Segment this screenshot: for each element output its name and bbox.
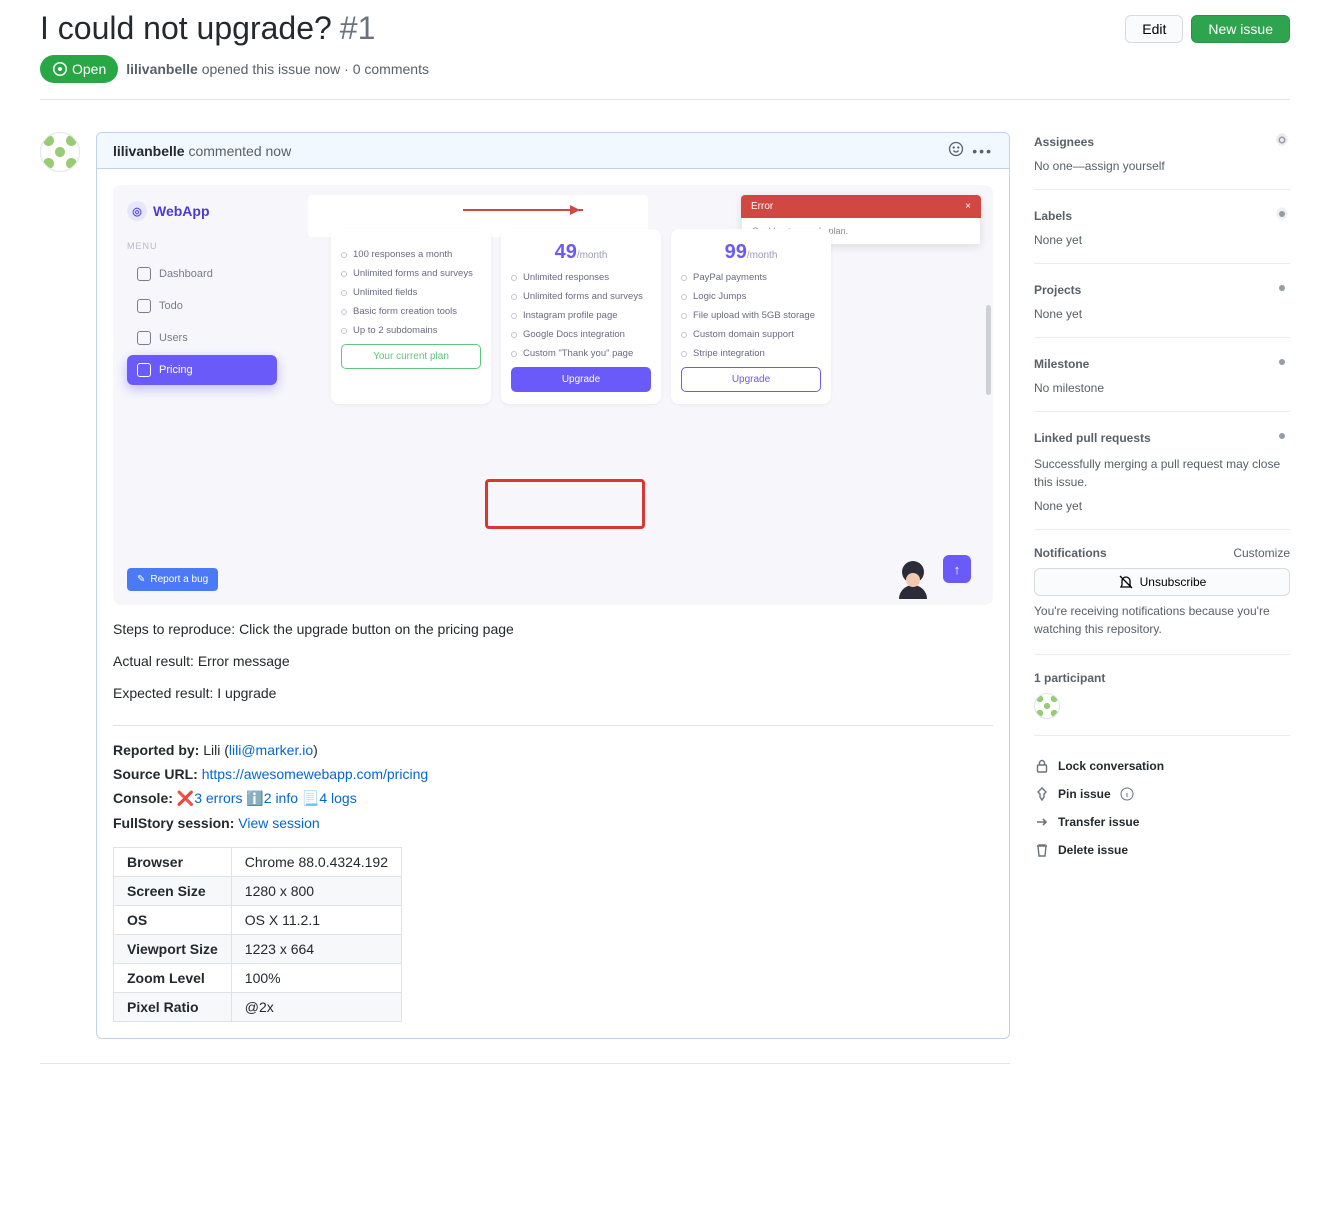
issue-open-icon: [52, 61, 68, 77]
upgrade-button-pro: Upgrade: [511, 367, 651, 392]
milestone-text: No milestone: [1034, 381, 1290, 395]
plan-card-premium: 99/month PayPal payments Logic Jumps Fil…: [671, 229, 831, 404]
menu-section-label: MENU: [127, 241, 277, 251]
lock-icon: [1034, 758, 1050, 774]
body-divider: [113, 725, 993, 726]
sidebar-item-dashboard: Dashboard: [127, 259, 277, 289]
embedded-screenshot: ◎ WebApp MENU Dashboard Todo Users Prici…: [113, 185, 993, 605]
table-row: Zoom Level100%: [114, 964, 402, 993]
annotation-arrow: [463, 209, 583, 211]
console-line: Console: ❌3 errors ℹ️2 info 📃4 logs: [113, 790, 993, 807]
labels-text: None yet: [1034, 233, 1290, 247]
scrollbar: [986, 305, 991, 395]
illustration-person: [893, 563, 933, 599]
gear-icon[interactable]: [1274, 280, 1290, 299]
trash-icon: [1034, 842, 1050, 858]
annotation-highlight: [485, 479, 645, 529]
sidebar-item-pricing: Pricing: [127, 355, 277, 385]
comment-box: lilivanbelle commented now ••• ◎: [96, 132, 1010, 1039]
console-link[interactable]: ❌3 errors ℹ️2 info 📃4 logs: [177, 790, 357, 806]
table-row: BrowserChrome 88.0.4324.192: [114, 848, 402, 877]
header-divider: [40, 99, 1290, 100]
assignees-title[interactable]: Assignees: [1034, 135, 1094, 149]
lock-conversation[interactable]: Lock conversation: [1034, 752, 1290, 780]
comment-author[interactable]: lilivanbelle: [113, 143, 185, 159]
sidebar: Assignees No one—assign yourself Labels …: [1034, 132, 1290, 1064]
gear-icon[interactable]: [1274, 354, 1290, 373]
table-row: Screen Size1280 x 800: [114, 877, 402, 906]
app-name: WebApp: [153, 203, 210, 219]
table-row: Viewport Size1223 x 664: [114, 935, 402, 964]
pin-icon: [1034, 786, 1050, 802]
notifications-title: Notifications: [1034, 546, 1107, 560]
linked-pr-title[interactable]: Linked pull requests: [1034, 431, 1151, 445]
current-plan-button: Your current plan: [341, 344, 481, 369]
plan-card-pro: 49/month Unlimited responses Unlimited f…: [501, 229, 661, 404]
new-issue-button[interactable]: New issue: [1191, 15, 1290, 43]
reporter-email-link[interactable]: lili@marker.io: [229, 742, 313, 758]
arrow-right-icon: [1034, 814, 1050, 830]
pin-issue[interactable]: Pin issue: [1034, 780, 1290, 808]
projects-text: None yet: [1034, 307, 1290, 321]
participant-avatar[interactable]: [1034, 693, 1060, 719]
timeline-divider: [40, 1063, 1010, 1064]
upgrade-button-premium: Upgrade: [681, 367, 821, 392]
transfer-issue[interactable]: Transfer issue: [1034, 808, 1290, 836]
issue-meta-text: lilivanbelle opened this issue now · 0 c…: [126, 61, 429, 77]
actual-text: Actual result: Error message: [113, 653, 993, 669]
gear-icon[interactable]: [1274, 428, 1290, 447]
unsubscribe-button[interactable]: Unsubscribe: [1034, 568, 1290, 596]
close-icon: ×: [965, 201, 971, 212]
bell-slash-icon: [1118, 574, 1134, 590]
sidebar-item-todo: Todo: [127, 291, 277, 321]
milestone-title[interactable]: Milestone: [1034, 357, 1089, 371]
steps-text: Steps to reproduce: Click the upgrade bu…: [113, 621, 993, 637]
source-url-line: Source URL: https://awesomewebapp.com/pr…: [113, 766, 993, 782]
source-url-link[interactable]: https://awesomewebapp.com/pricing: [202, 766, 428, 782]
expected-text: Expected result: I upgrade: [113, 685, 993, 701]
delete-issue[interactable]: Delete issue: [1034, 836, 1290, 864]
emoji-icon[interactable]: [948, 141, 964, 160]
plan-card-basic: 100 responses a month Unlimited forms an…: [331, 229, 491, 404]
notifications-note: You're receiving notifications because y…: [1034, 602, 1290, 638]
gear-icon[interactable]: [1274, 132, 1290, 151]
comment-time: commented now: [188, 143, 291, 159]
table-row: Pixel Ratio@2x: [114, 993, 402, 1022]
issue-header: I could not upgrade? #1 Edit New issue O…: [40, 10, 1290, 108]
labels-title[interactable]: Labels: [1034, 209, 1072, 223]
assignees-text: No one—assign yourself: [1034, 159, 1290, 173]
assign-yourself-link[interactable]: assign yourself: [1085, 159, 1165, 173]
participants-title: 1 participant: [1034, 671, 1105, 685]
issue-title: I could not upgrade?: [40, 10, 332, 47]
opened-text: opened this issue now · 0 comments: [202, 61, 429, 77]
linked-pr-note: Successfully merging a pull request may …: [1034, 455, 1290, 491]
projects-title[interactable]: Projects: [1034, 283, 1081, 297]
author-link[interactable]: lilivanbelle: [126, 61, 198, 77]
report-bug-widget: ✎Report a bug: [127, 568, 218, 591]
env-table: BrowserChrome 88.0.4324.192 Screen Size1…: [113, 847, 402, 1022]
app-logo: ◎ WebApp: [127, 201, 277, 221]
table-row: OSOS X 11.2.1: [114, 906, 402, 935]
customize-link[interactable]: Customize: [1233, 546, 1290, 560]
reported-by: Reported by: Lili (lili@marker.io): [113, 742, 993, 758]
gear-icon[interactable]: [1274, 206, 1290, 225]
issue-state-badge: Open: [40, 55, 118, 83]
fullstory-link[interactable]: View session: [238, 815, 319, 831]
scroll-top-fab: ↑: [943, 555, 971, 583]
info-icon: [1119, 786, 1135, 802]
kebab-icon[interactable]: •••: [972, 143, 993, 159]
issue-state-label: Open: [72, 61, 106, 77]
fullstory-line: FullStory session: View session: [113, 815, 993, 831]
issue-number: #1: [340, 10, 376, 47]
edit-button[interactable]: Edit: [1125, 15, 1183, 43]
linked-pr-text: None yet: [1034, 499, 1290, 513]
avatar[interactable]: [40, 132, 80, 172]
sidebar-item-users: Users: [127, 323, 277, 353]
